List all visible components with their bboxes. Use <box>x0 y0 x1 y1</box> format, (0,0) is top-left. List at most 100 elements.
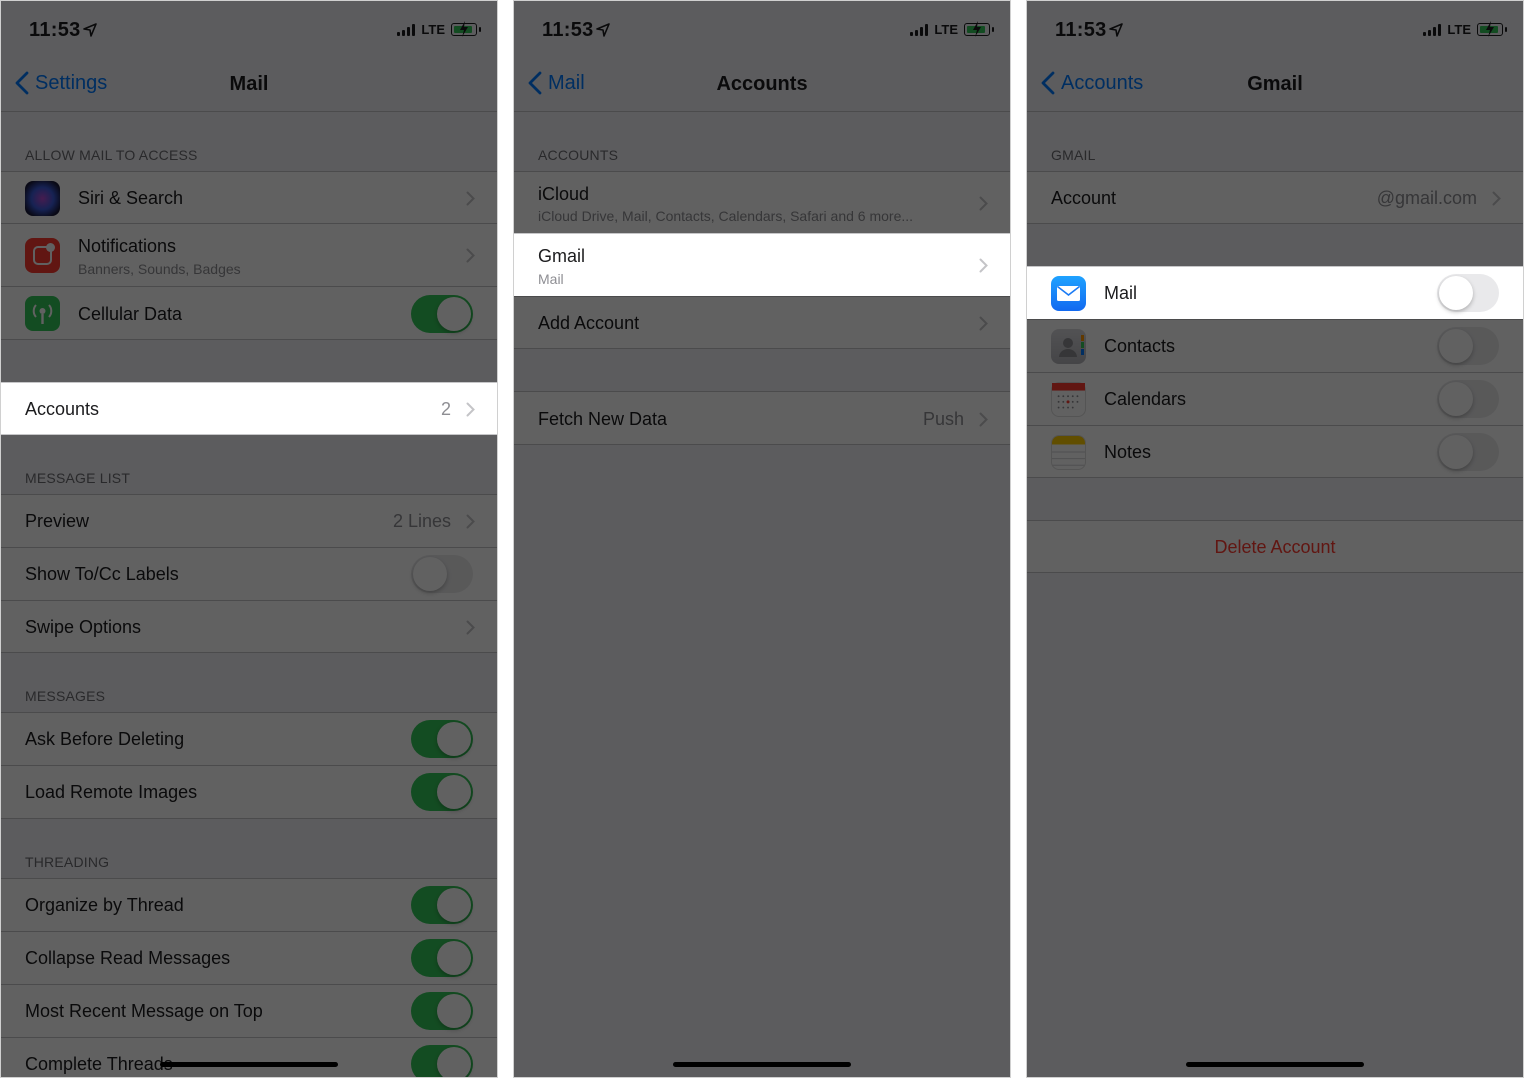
back-label: Mail <box>548 71 585 94</box>
location-arrow-icon <box>596 23 610 37</box>
row-label: Mail <box>1104 283 1138 303</box>
gmail-account-screen: 11:53 LTE Accounts Gmail GMAIL Account @… <box>1026 0 1524 1078</box>
location-arrow-icon <box>1109 23 1123 37</box>
back-button[interactable]: Mail <box>528 71 585 95</box>
cellular-data-toggle[interactable] <box>411 295 473 333</box>
accounts-screen: 11:53 LTE Mail Accounts ACCOUNTS iCloud … <box>513 0 1011 1078</box>
home-indicator[interactable] <box>160 1062 338 1067</box>
row-label: Load Remote Images <box>25 782 198 802</box>
row-label: Accounts <box>25 399 100 419</box>
status-bar: 11:53 LTE <box>1 1 497 59</box>
most-recent-on-top-toggle[interactable] <box>411 992 473 1030</box>
row-label: Contacts <box>1104 336 1176 356</box>
navigation-bar: Settings Mail <box>1 59 497 112</box>
section-header-messages: MESSAGES <box>25 688 106 704</box>
cellular-icon <box>25 296 60 331</box>
row-label: Account <box>1051 188 1117 208</box>
row-contacts-sync: Contacts <box>1027 319 1523 372</box>
row-preview[interactable]: Preview 2 Lines <box>1 494 497 547</box>
ask-before-deleting-toggle[interactable] <box>411 720 473 758</box>
section-header-allow: ALLOW MAIL TO ACCESS <box>25 147 198 163</box>
calendars-sync-toggle[interactable] <box>1437 380 1499 418</box>
battery-icon <box>964 21 994 37</box>
row-subtitle: iCloud Drive, Mail, Contacts, Calendars,… <box>538 208 914 224</box>
load-remote-images-toggle[interactable] <box>411 773 473 811</box>
row-add-account[interactable]: Add Account <box>514 296 1010 349</box>
row-icloud[interactable]: iCloud iCloud Drive, Mail, Contacts, Cal… <box>514 171 1010 233</box>
row-label: Notes <box>1104 442 1152 462</box>
row-label: Complete Threads <box>25 1054 173 1074</box>
status-time: 11:53 <box>542 19 594 41</box>
row-accounts[interactable]: Accounts 2 <box>1 382 497 435</box>
back-button[interactable]: Accounts <box>1041 71 1143 95</box>
row-organize-by-thread: Organize by Thread <box>1 878 497 931</box>
network-label: LTE <box>1447 22 1471 37</box>
home-indicator[interactable] <box>1186 1062 1364 1067</box>
contacts-sync-toggle[interactable] <box>1437 327 1499 365</box>
battery-icon <box>451 21 481 37</box>
delete-account-button[interactable]: Delete Account <box>1027 520 1523 573</box>
row-notifications[interactable]: Notifications Banners, Sounds, Badges <box>1 223 497 286</box>
network-label: LTE <box>421 22 445 37</box>
location-arrow-icon <box>83 23 97 37</box>
row-label: Organize by Thread <box>25 895 184 915</box>
row-label: Siri & Search <box>78 188 184 208</box>
row-complete-threads: Complete Threads <box>1 1037 497 1077</box>
battery-icon <box>1477 21 1507 37</box>
page-title: Accounts <box>716 73 808 95</box>
row-label: iCloud <box>538 184 590 204</box>
complete-threads-toggle[interactable] <box>411 1045 473 1077</box>
signal-icon <box>910 23 929 36</box>
row-notes-sync: Notes <box>1027 425 1523 478</box>
back-button[interactable]: Settings <box>15 71 107 95</box>
row-mail-sync: Mail <box>1027 266 1523 319</box>
status-bar: 11:53 LTE <box>1027 1 1523 59</box>
chevron-right-icon <box>979 316 988 331</box>
notes-sync-toggle[interactable] <box>1437 433 1499 471</box>
section-header-threading: THREADING <box>25 854 110 870</box>
accounts-count: 2 <box>440 399 451 419</box>
row-ask-before-deleting: Ask Before Deleting <box>1 712 497 765</box>
row-gmail[interactable]: Gmail Mail <box>514 233 1010 296</box>
chevron-right-icon <box>466 402 475 417</box>
section-header-gmail: GMAIL <box>1051 147 1096 163</box>
row-label: Show To/Cc Labels <box>25 564 179 584</box>
row-label: Swipe Options <box>25 617 142 637</box>
row-label: Notifications <box>78 236 177 256</box>
back-label: Settings <box>35 71 108 94</box>
row-fetch-new-data[interactable]: Fetch New Data Push <box>514 391 1010 445</box>
signal-icon <box>1423 23 1442 36</box>
collapse-read-messages-toggle[interactable] <box>411 939 473 977</box>
back-chevron-icon <box>1041 71 1055 95</box>
back-chevron-icon <box>15 71 29 95</box>
delete-account-label: Delete Account <box>1214 537 1336 557</box>
row-label: Preview <box>25 511 90 531</box>
row-siri-search[interactable]: Siri & Search <box>1 171 497 224</box>
fetch-value: Push <box>922 409 964 429</box>
row-label: Ask Before Deleting <box>25 729 185 749</box>
row-label: Calendars <box>1104 389 1187 409</box>
chevron-right-icon <box>979 412 988 427</box>
navigation-bar: Mail Accounts <box>514 59 1010 112</box>
row-account[interactable]: Account @gmail.com <box>1027 171 1523 224</box>
chevron-right-icon <box>466 248 475 263</box>
row-subtitle: Mail <box>538 271 564 287</box>
organize-by-thread-toggle[interactable] <box>411 886 473 924</box>
back-label: Accounts <box>1061 71 1144 94</box>
row-swipe-options[interactable]: Swipe Options <box>1 600 497 653</box>
mail-sync-toggle[interactable] <box>1437 274 1499 312</box>
signal-icon <box>397 23 416 36</box>
show-tocc-toggle[interactable] <box>411 555 473 593</box>
row-load-remote-images: Load Remote Images <box>1 765 497 819</box>
mail-app-icon <box>1051 276 1086 311</box>
notes-app-icon <box>1051 435 1086 470</box>
status-bar: 11:53 LTE <box>514 1 1010 59</box>
chevron-right-icon <box>979 196 988 211</box>
home-indicator[interactable] <box>673 1062 851 1067</box>
chevron-right-icon <box>466 620 475 635</box>
row-label: Collapse Read Messages <box>25 948 231 968</box>
row-calendars-sync: Calendars <box>1027 372 1523 425</box>
section-header-message-list: MESSAGE LIST <box>25 470 131 486</box>
chevron-right-icon <box>466 514 475 529</box>
account-email: @gmail.com <box>1376 188 1477 208</box>
